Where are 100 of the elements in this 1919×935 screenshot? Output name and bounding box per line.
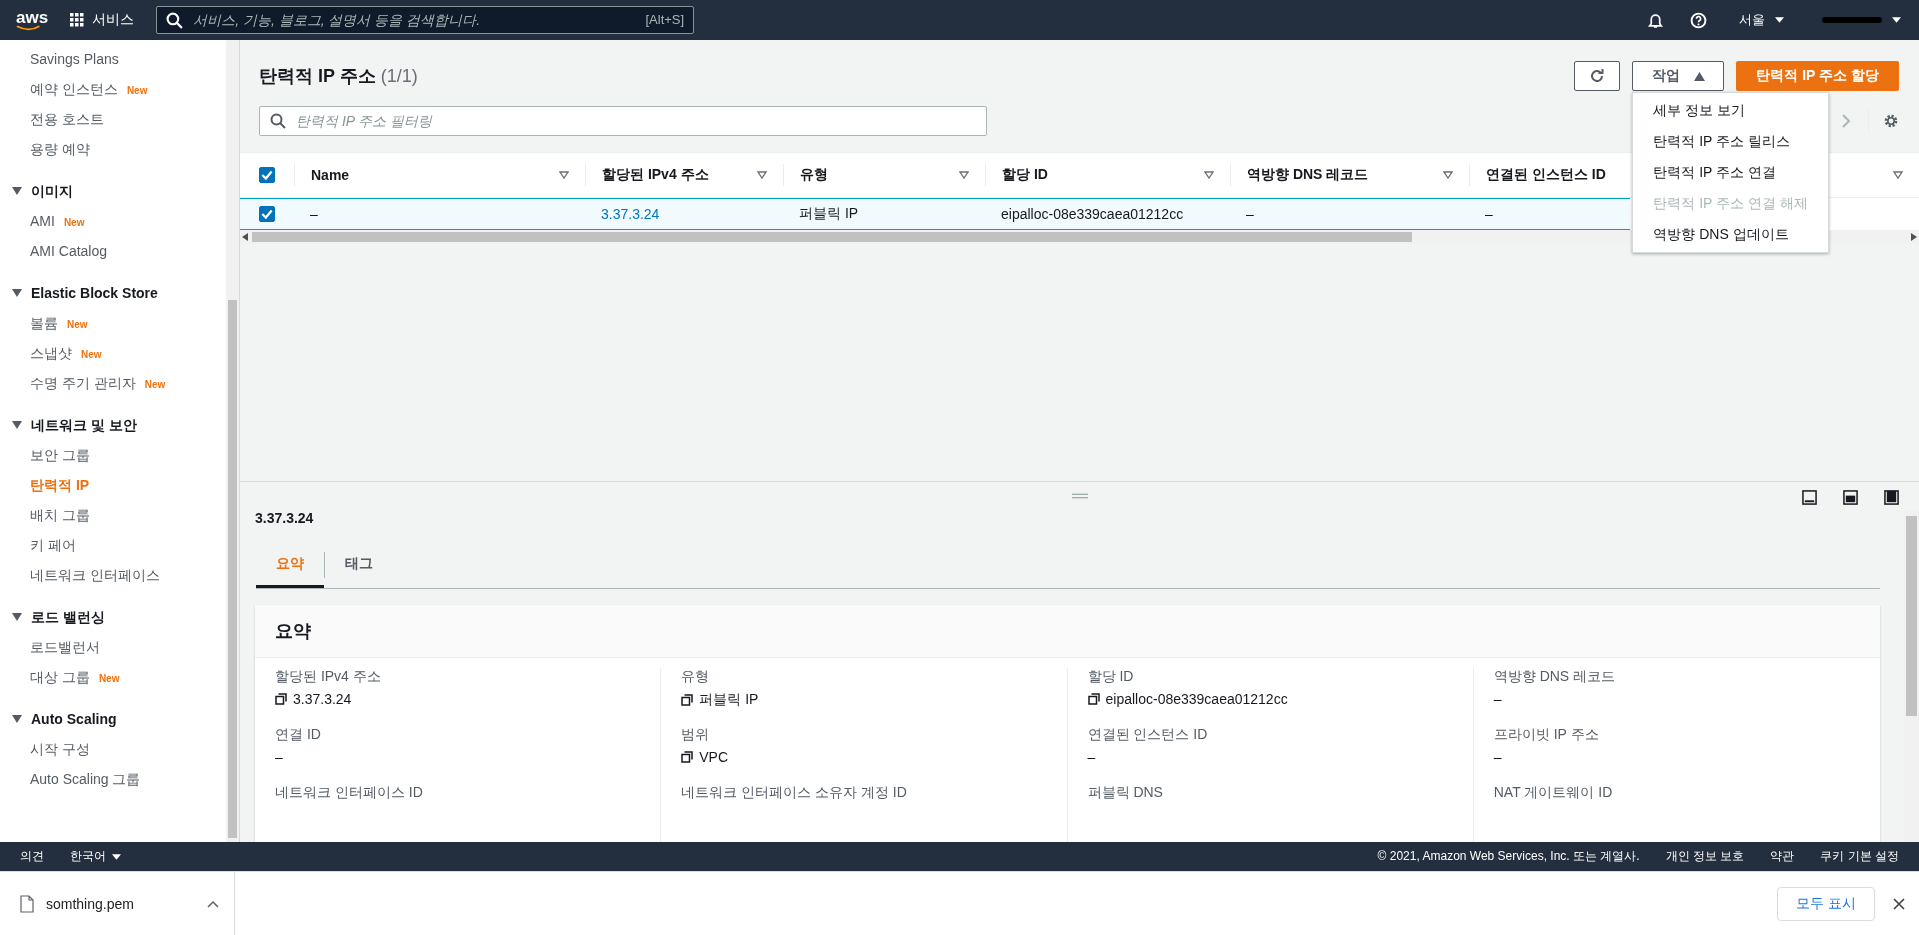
copy-icon[interactable] — [681, 694, 694, 706]
footer-link[interactable]: 개인 정보 보호 — [1665, 848, 1745, 865]
chevron-up-icon[interactable] — [207, 899, 219, 908]
column-header[interactable]: 할당된 IPv4 주소 — [602, 166, 709, 184]
sort-icon[interactable] — [959, 171, 969, 179]
copy-icon[interactable] — [275, 693, 287, 705]
sort-icon[interactable] — [1443, 171, 1453, 179]
sort-icon[interactable] — [559, 171, 569, 179]
logo[interactable]: aws — [16, 9, 49, 31]
download-item[interactable]: somthing.pem — [20, 872, 235, 935]
ip-link[interactable]: 3.37.3.24 — [601, 206, 660, 222]
sidebar-item[interactable]: 예약 인스턴스 New — [0, 74, 226, 104]
column-header[interactable]: 할당 ID — [1002, 166, 1048, 184]
sidebar-item[interactable]: 배치 그룹 — [0, 500, 226, 530]
table-row[interactable]: – 3.37.3.24 퍼블릭 IP eipalloc-08e339caea01212cc – – — [240, 198, 1630, 230]
sort-icon[interactable] — [1204, 171, 1214, 179]
sort-icon[interactable] — [1893, 171, 1903, 179]
horizontal-scrollbar[interactable] — [240, 230, 1919, 244]
row-checkbox[interactable] — [259, 206, 275, 222]
show-all-button[interactable]: 모두 표시 — [1777, 886, 1875, 921]
field-value: eipalloc-08e339caea01212cc — [1105, 691, 1288, 707]
field-label: 할당된 IPv4 주소 — [275, 668, 382, 686]
field-label: 네트워크 인터페이스 소유자 계정 ID — [681, 784, 908, 802]
field-label: 네트워크 인터페이스 ID — [275, 784, 424, 802]
region-menu[interactable]: 서울 — [1733, 10, 1790, 30]
table-cell: – — [1485, 206, 1493, 222]
menu-item[interactable]: 탄력적 IP 주소 릴리스 — [1633, 126, 1829, 157]
caret-down-icon — [12, 612, 22, 622]
language-menu[interactable]: 한국어 — [70, 848, 121, 865]
sidebar-section-header[interactable]: 로드 밸런싱 — [0, 602, 226, 632]
sidebar-section-header[interactable]: Elastic Block Store — [0, 278, 226, 308]
column-header[interactable]: 연결된 인스턴스 ID — [1486, 166, 1606, 184]
sidebar-item[interactable]: AMI Catalog — [0, 236, 226, 266]
scroll-right-icon[interactable] — [1911, 233, 1917, 241]
actions-dropdown[interactable]: 작업 — [1632, 61, 1725, 91]
refresh-icon — [1589, 68, 1606, 84]
sidebar-item[interactable]: Auto Scaling 그룹 — [0, 764, 226, 794]
sidebar-item[interactable]: 네트워크 인터페이스 — [0, 560, 226, 590]
sidebar-item[interactable]: 스냅샷 New — [0, 338, 226, 368]
field-label: 범위 — [681, 726, 711, 744]
sidebar-item[interactable]: 볼륨 New — [0, 308, 226, 338]
sidebar-section-header[interactable]: 이미지 — [0, 176, 226, 206]
menu-item[interactable]: 세부 정보 보기 — [1633, 95, 1829, 126]
card-title: 요약 — [275, 621, 311, 641]
menu-item[interactable]: 탄력적 IP 주소 연결 — [1633, 157, 1829, 188]
sidebar-item[interactable]: 키 페어 — [0, 530, 226, 560]
resize-handle[interactable] — [1070, 493, 1089, 499]
caret-down-icon — [1775, 17, 1784, 23]
close-icon[interactable] — [1893, 897, 1905, 910]
menu-item[interactable]: 역방향 DNS 업데이트 — [1633, 219, 1829, 250]
settings-icon[interactable] — [1883, 113, 1899, 129]
field-value: – — [275, 749, 283, 765]
sidebar-item[interactable]: 전용 호스트 — [0, 104, 226, 134]
sidebar-item[interactable]: Savings Plans — [0, 44, 226, 74]
sidebar-section-header[interactable]: 네트워크 및 보안 — [0, 410, 226, 440]
tab[interactable]: 태그 — [325, 542, 393, 588]
caret-down-icon — [12, 420, 22, 430]
sidebar-item[interactable]: 수명 주기 관리자 New — [0, 368, 226, 398]
grid-icon — [70, 13, 85, 27]
sidebar-item[interactable]: 용량 예약 — [0, 134, 226, 164]
field-label: 퍼블릭 DNS — [1087, 784, 1164, 802]
copy-icon[interactable] — [681, 751, 694, 763]
scroll-left-icon[interactable] — [242, 233, 248, 241]
field-label: 할당 ID — [1087, 668, 1135, 686]
column-header[interactable]: 유형 — [800, 166, 828, 184]
panel-layout-icon[interactable] — [1843, 490, 1858, 505]
field-label: 유형 — [681, 668, 711, 686]
select-all-checkbox[interactable] — [259, 167, 275, 183]
caret-down-icon — [12, 288, 22, 298]
sidebar-section-header[interactable]: Auto Scaling — [0, 704, 226, 734]
file-icon — [20, 894, 34, 913]
field-label: 프라이빗 IP 주소 — [1493, 726, 1600, 744]
field-value: – — [1087, 749, 1096, 765]
sidebar-item[interactable]: AMI New — [0, 206, 226, 236]
bell-icon[interactable] — [1647, 11, 1664, 29]
field-value: – — [1493, 749, 1502, 765]
field-label: NAT 게이트웨이 ID — [1493, 784, 1614, 802]
sidebar-item[interactable]: 로드밸런서 — [0, 632, 226, 662]
copyright-text: © 2021, Amazon Web Services, Inc. 또는 계열사. — [1377, 848, 1640, 865]
filter-field[interactable]: 탄력적 IP 주소 필터링 — [259, 106, 987, 136]
panel-layout-icon[interactable] — [1884, 490, 1899, 505]
sort-icon[interactable] — [757, 171, 767, 179]
refresh-button[interactable] — [1574, 61, 1621, 91]
scrollbar[interactable] — [226, 40, 239, 842]
column-header[interactable]: 역방향 DNS 레코드 — [1247, 166, 1369, 184]
sidebar-item[interactable]: 보안 그룹 — [0, 440, 226, 470]
panel-layout-icon[interactable] — [1802, 490, 1817, 505]
sidebar-item[interactable]: 시작 구성 — [0, 734, 226, 764]
caret-down-icon — [112, 853, 121, 860]
help-icon[interactable] — [1690, 11, 1707, 29]
feedback-link[interactable]: 의견 — [20, 848, 44, 865]
sidebar-item[interactable]: 대상 그룹 New — [0, 662, 226, 692]
footer-link[interactable]: 쿠키 기본 설정 — [1820, 848, 1899, 865]
footer-link[interactable]: 약관 — [1770, 848, 1795, 865]
search-icon — [270, 113, 286, 129]
detail-title: 3.37.3.24 — [255, 510, 315, 526]
column-header[interactable]: Name — [311, 167, 350, 183]
field-label: 역방향 DNS 레코드 — [1493, 668, 1617, 686]
services-button[interactable]: 서비스 — [66, 11, 139, 29]
copy-icon[interactable] — [1087, 693, 1100, 705]
